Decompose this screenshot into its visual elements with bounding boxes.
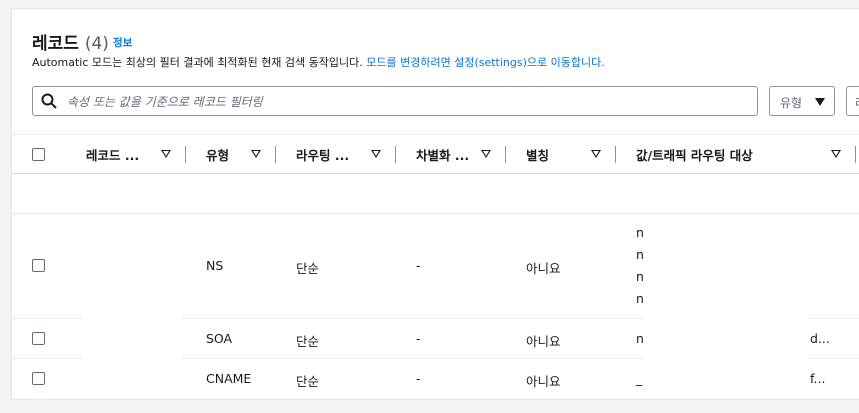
routing-policy: 단순 bbox=[296, 334, 320, 349]
record-type: NS bbox=[206, 258, 224, 273]
value-line: n bbox=[636, 247, 644, 262]
column-label: 별칭 bbox=[526, 147, 550, 163]
column-resizer[interactable] bbox=[395, 146, 396, 163]
row-checkbox[interactable] bbox=[32, 372, 45, 385]
column-label: 레코드 ... bbox=[86, 147, 140, 163]
column-resizer[interactable] bbox=[855, 146, 856, 163]
routing-filter-label: 라 bbox=[855, 94, 859, 111]
sort-icon[interactable] bbox=[161, 150, 171, 158]
search-icon bbox=[41, 93, 57, 109]
select-all-checkbox[interactable] bbox=[32, 148, 45, 161]
column-resizer[interactable] bbox=[275, 146, 276, 163]
page-title: 레코드 (4) bbox=[32, 29, 109, 54]
alias: 아니요 bbox=[526, 374, 561, 389]
column-header-value[interactable]: 값/트래픽 라우팅 대상 bbox=[636, 135, 753, 173]
table-row bbox=[12, 174, 859, 214]
record-value: _ bbox=[636, 371, 643, 386]
row-checkbox[interactable] bbox=[32, 259, 45, 272]
record-value: n bbox=[636, 331, 644, 346]
column-resizer[interactable] bbox=[505, 146, 506, 163]
records-panel: 레코드 (4) 정보 Automatic 모드는 최상의 필터 결과에 최적화된… bbox=[11, 8, 859, 400]
caret-down-icon bbox=[815, 98, 825, 106]
record-type: CNAME bbox=[206, 371, 252, 386]
type-filter-label: 유형 bbox=[780, 96, 803, 110]
column-header-differentiator[interactable]: 차별화 ... bbox=[416, 135, 469, 173]
type-filter-select[interactable]: 유형 bbox=[769, 86, 835, 116]
column-label: 차별화 ... bbox=[416, 147, 470, 163]
value-line: n bbox=[636, 291, 644, 306]
value-line: n bbox=[636, 269, 644, 284]
routing-policy: 단순 bbox=[296, 374, 320, 389]
sort-icon[interactable] bbox=[831, 150, 841, 158]
column-label: 유형 bbox=[206, 147, 230, 163]
column-header-alias[interactable]: 별칭 bbox=[526, 135, 549, 173]
record-count: (4) bbox=[84, 34, 109, 54]
redacted-area bbox=[82, 317, 182, 399]
column-resizer[interactable] bbox=[185, 146, 186, 163]
record-value: n n n n bbox=[636, 222, 644, 310]
description-text: Automatic 모드는 최상의 필터 결과에 최적화된 현재 검색 동작입니… bbox=[32, 56, 367, 69]
title-text: 레코드 bbox=[32, 34, 79, 54]
value-line: n bbox=[636, 225, 644, 240]
column-label: 값/트래픽 라우팅 대상 bbox=[636, 147, 753, 163]
routing-filter-select[interactable]: 라 bbox=[846, 86, 859, 116]
column-label: 라우팅 ... bbox=[296, 147, 350, 163]
record-value-truncated: d... bbox=[810, 331, 830, 346]
sort-icon[interactable] bbox=[481, 150, 491, 158]
alias: 아니요 bbox=[526, 334, 561, 349]
column-header-type[interactable]: 유형 bbox=[206, 135, 229, 173]
column-resizer[interactable] bbox=[615, 146, 616, 163]
row-checkbox[interactable] bbox=[32, 332, 45, 345]
info-link[interactable]: 정보 bbox=[113, 35, 132, 50]
search-input[interactable] bbox=[65, 91, 749, 113]
table-row[interactable]: NS 단순 - 아니요 n n n n bbox=[12, 214, 859, 319]
settings-link[interactable]: 모드를 변경하려면 설정(settings)으로 이동합니다. bbox=[366, 56, 604, 69]
sort-icon[interactable] bbox=[591, 150, 601, 158]
differentiator: - bbox=[416, 331, 421, 346]
sort-icon[interactable] bbox=[371, 150, 381, 158]
redacted-area bbox=[644, 316, 810, 399]
alias: 아니요 bbox=[526, 261, 561, 276]
record-value-truncated: f... bbox=[810, 371, 826, 386]
column-header-routing[interactable]: 라우팅 ... bbox=[296, 135, 349, 173]
differentiator: - bbox=[416, 371, 421, 386]
differentiator: - bbox=[416, 258, 421, 273]
sort-icon[interactable] bbox=[251, 150, 261, 158]
column-header-record-name[interactable]: 레코드 ... bbox=[86, 135, 139, 173]
record-type: SOA bbox=[206, 331, 233, 346]
routing-policy: 단순 bbox=[296, 261, 320, 276]
search-mode-description: Automatic 모드는 최상의 필터 결과에 최적화된 현재 검색 동작입니… bbox=[32, 54, 605, 70]
record-filter-search[interactable] bbox=[32, 86, 758, 116]
table-header: 레코드 ... 유형 라우팅 ... 차별화 ... 별칭 값/트래픽 라우팅 … bbox=[12, 135, 859, 174]
